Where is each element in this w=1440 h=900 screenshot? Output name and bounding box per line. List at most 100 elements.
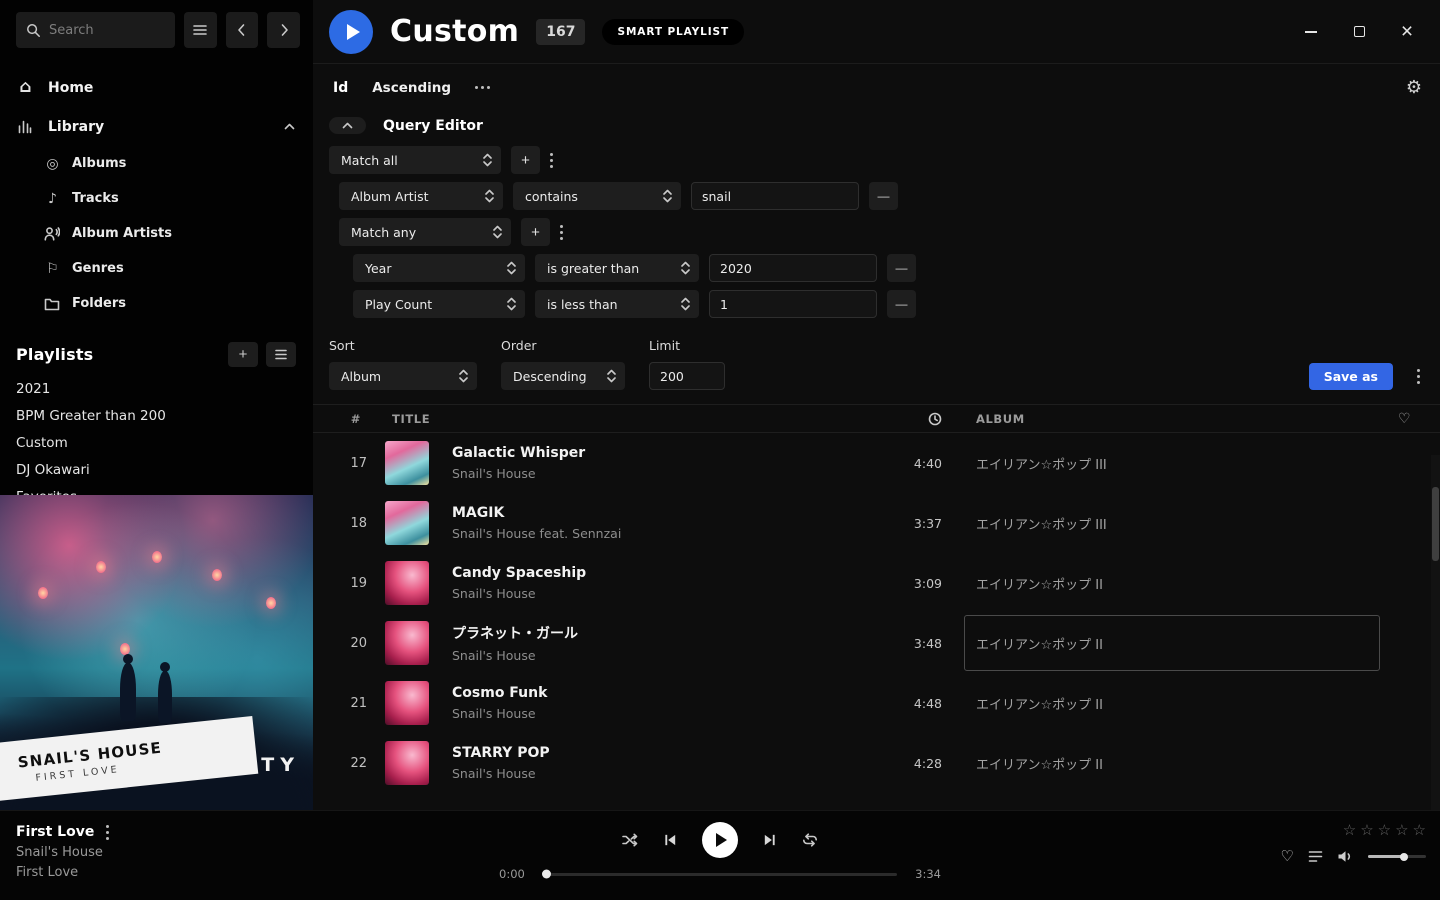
star-icon[interactable]: ☆ xyxy=(1413,823,1426,838)
forward-button[interactable] xyxy=(267,12,300,48)
playlist-item[interactable]: 2021 xyxy=(0,376,313,403)
sidebar-item-genres[interactable]: ⚐ Genres xyxy=(0,251,313,286)
scrollbar-thumb[interactable] xyxy=(1432,487,1439,561)
play-pause-button[interactable] xyxy=(702,822,738,858)
add-playlist-button[interactable]: + xyxy=(228,342,258,367)
volume-button[interactable] xyxy=(1337,849,1354,864)
track-art-thumbnail xyxy=(385,621,429,665)
lantern-glow xyxy=(212,569,222,581)
rule-operator-select[interactable]: is greater than xyxy=(535,254,699,282)
sidebar-item-tracks[interactable]: ♪ Tracks xyxy=(0,181,313,216)
gear-icon[interactable]: ⚙ xyxy=(1406,77,1422,98)
table-row[interactable]: 20 プラネット・ガール Snail's House 3:48 エイリアン☆ポッ… xyxy=(313,613,1440,673)
rule-field-select[interactable]: Album Artist xyxy=(339,182,503,210)
search-icon xyxy=(26,23,41,38)
now-playing-title: First Love xyxy=(16,824,94,840)
playlist-list-button[interactable] xyxy=(266,342,296,367)
maximize-button[interactable] xyxy=(1350,23,1368,41)
search-box[interactable] xyxy=(16,12,175,48)
next-button[interactable] xyxy=(762,832,777,848)
albums-icon: ◎ xyxy=(44,157,61,171)
maximize-icon xyxy=(1354,26,1365,37)
star-icon[interactable]: ☆ xyxy=(1395,823,1408,838)
track-title: STARRY POP xyxy=(452,745,894,761)
previous-button[interactable] xyxy=(663,832,678,848)
favorite-button[interactable]: ♡ xyxy=(1281,849,1294,864)
seek-slider[interactable] xyxy=(543,873,897,876)
figure-silhouette xyxy=(158,671,172,723)
table-row[interactable]: 17 Galactic Whisper Snail's House 4:40 エ… xyxy=(313,433,1440,493)
queue-button[interactable] xyxy=(1308,850,1323,863)
save-as-button[interactable]: Save as xyxy=(1309,363,1393,390)
query-editor-header: Query Editor xyxy=(313,111,1440,146)
column-duration[interactable] xyxy=(894,412,964,426)
remove-rule-button[interactable]: — xyxy=(869,182,898,210)
order-select[interactable]: Descending xyxy=(501,362,625,390)
limit-field: Limit xyxy=(649,338,725,390)
progress-section: 0:00 3:34 xyxy=(499,867,941,881)
sort-select[interactable]: Album xyxy=(329,362,477,390)
rule-value-input[interactable] xyxy=(709,254,877,282)
search-input[interactable] xyxy=(49,23,165,38)
column-album[interactable]: ALBUM xyxy=(964,412,1394,426)
star-icon[interactable]: ☆ xyxy=(1360,823,1373,838)
rule-operator-select[interactable]: is less than xyxy=(535,290,699,318)
track-title: Cosmo Funk xyxy=(452,685,894,701)
query-menu-button[interactable] xyxy=(1417,369,1420,384)
menu-button[interactable] xyxy=(184,12,217,48)
select-caret-icon xyxy=(483,153,492,167)
back-button[interactable] xyxy=(226,12,259,48)
rule-value-input[interactable] xyxy=(709,290,877,318)
repeat-button[interactable] xyxy=(801,832,819,848)
rule-value-input[interactable] xyxy=(691,182,859,210)
shuffle-button[interactable] xyxy=(621,832,639,848)
limit-input[interactable] xyxy=(649,362,725,390)
playlist-item[interactable]: Custom xyxy=(0,430,313,457)
sort-label: Sort xyxy=(329,338,477,353)
add-rule-button[interactable]: + xyxy=(511,146,540,174)
track-menu-button[interactable] xyxy=(106,825,109,840)
group-menu-button[interactable] xyxy=(550,153,553,168)
sidebar-item-home[interactable]: ⌂ Home xyxy=(0,68,313,107)
match-mode-select[interactable]: Match all xyxy=(329,146,501,174)
match-mode-select[interactable]: Match any xyxy=(339,218,511,246)
sort-field-button[interactable]: Id xyxy=(333,80,348,96)
column-title[interactable]: TITLE xyxy=(377,412,894,426)
close-button[interactable]: × xyxy=(1398,23,1416,41)
sidebar-item-album-artists[interactable]: Album Artists xyxy=(0,216,313,251)
remove-rule-button[interactable]: — xyxy=(887,254,916,282)
star-icon[interactable]: ☆ xyxy=(1343,823,1356,838)
star-icon[interactable]: ☆ xyxy=(1378,823,1391,838)
sidebar-item-folders[interactable]: Folders xyxy=(0,286,313,321)
remove-rule-button[interactable]: — xyxy=(887,290,916,318)
elapsed-time: 0:00 xyxy=(499,867,529,881)
table-row[interactable]: 19 Candy Spaceship Snail's House 3:09 エイ… xyxy=(313,553,1440,613)
play-playlist-button[interactable] xyxy=(329,10,373,54)
table-row[interactable]: 21 Cosmo Funk Snail's House 4:48 エイリアン☆ポ… xyxy=(313,673,1440,733)
sidebar-item-albums[interactable]: ◎ Albums xyxy=(0,146,313,181)
track-album-focused[interactable]: エイリアン☆ポップ II xyxy=(964,634,1394,653)
more-options-button[interactable] xyxy=(475,86,490,89)
volume-slider[interactable] xyxy=(1368,855,1426,858)
match-group-2: Match any + xyxy=(313,218,1440,246)
repeat-icon xyxy=(801,832,819,848)
table-row[interactable]: 22 STARRY POP Snail's House 4:28 エイリアン☆ポ… xyxy=(313,733,1440,793)
sidebar-item-library[interactable]: Library xyxy=(0,107,313,146)
minimize-button[interactable] xyxy=(1302,23,1320,41)
group-menu-button[interactable] xyxy=(560,225,563,240)
playlist-item[interactable]: BPM Greater than 200 xyxy=(0,403,313,430)
query-editor: Query Editor Match all + Album Artist co… xyxy=(313,111,1440,404)
column-favorite[interactable]: ♡ xyxy=(1394,411,1440,427)
collapse-query-button[interactable] xyxy=(329,117,366,134)
track-count-badge: 167 xyxy=(536,19,585,45)
table-row[interactable]: 18 MAGIK Snail's House feat. Sennzai 3:3… xyxy=(313,493,1440,553)
rule-operator-select[interactable]: contains xyxy=(513,182,681,210)
column-number[interactable]: # xyxy=(313,412,377,426)
playlist-item[interactable]: DJ Okawari xyxy=(0,457,313,484)
volume-handle[interactable] xyxy=(1400,853,1408,861)
rule-field-select[interactable]: Play Count xyxy=(353,290,525,318)
rule-field-select[interactable]: Year xyxy=(353,254,525,282)
seek-handle[interactable] xyxy=(542,870,551,879)
add-rule-button[interactable]: + xyxy=(521,218,550,246)
sort-direction-button[interactable]: Ascending xyxy=(372,80,451,96)
